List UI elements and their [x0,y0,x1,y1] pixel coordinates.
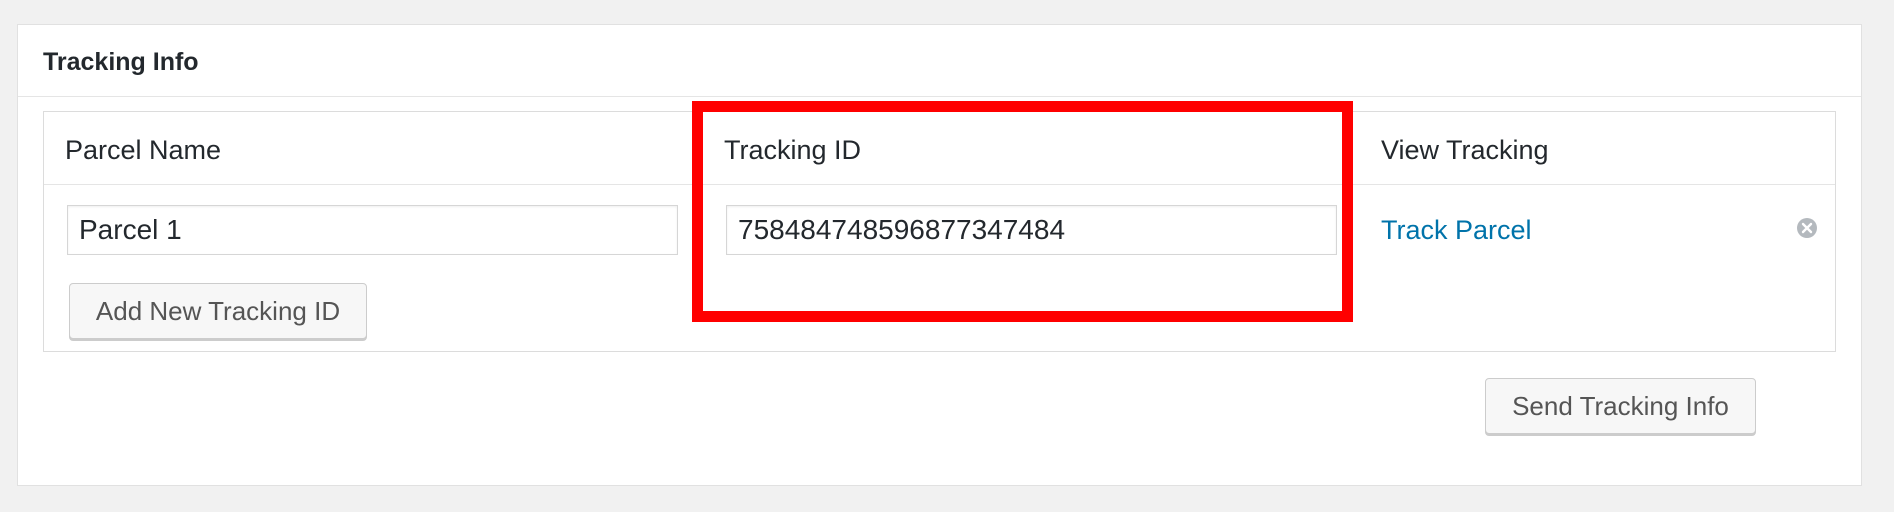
tracking-info-panel: Tracking Info Parcel Name Tracking ID Vi… [17,24,1862,486]
send-tracking-info-button[interactable]: Send Tracking Info [1485,378,1756,434]
track-parcel-link[interactable]: Track Parcel [1381,215,1532,246]
add-new-tracking-id-button[interactable]: Add New Tracking ID [69,283,367,339]
column-header-tracking-id: Tracking ID [724,135,862,165]
tracking-table: Parcel Name Tracking ID View Tracking Tr… [43,111,1836,352]
panel-title: Tracking Info [43,48,199,76]
close-circle-icon[interactable] [1796,217,1818,239]
table-header-row: Parcel Name Tracking ID View Tracking [44,112,1835,185]
column-header-parcel-name: Parcel Name [65,135,222,165]
column-header-view-tracking: View Tracking [1381,135,1549,165]
parcel-name-input[interactable] [67,205,678,255]
panel-header: Tracking Info [18,25,1861,97]
tracking-id-input[interactable] [726,205,1337,255]
